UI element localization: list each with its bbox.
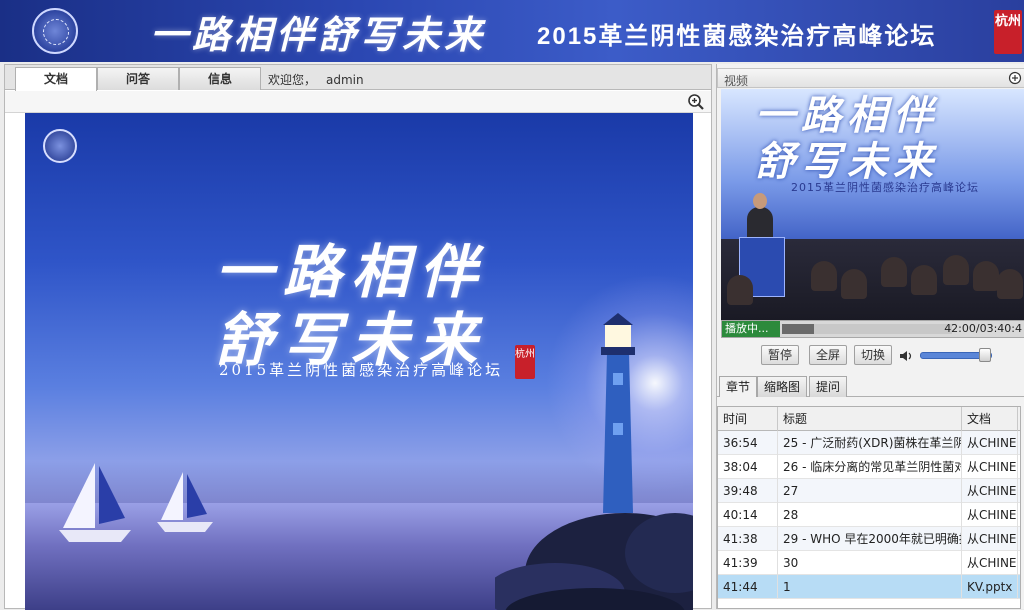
row-time-cell: 36:54 (718, 431, 778, 455)
playback-status: 播放中... (722, 321, 780, 337)
main-tabbar: 文档 问答 信息 欢迎您， admin (5, 65, 711, 91)
video-panel: 视频 一路相伴 舒写未来 2015革兰阴性菌感染治疗高峰论坛 播放中... 42… (716, 64, 1024, 609)
column-header-document[interactable]: 文档 (962, 407, 1018, 431)
username: admin (326, 73, 364, 87)
table-row[interactable]: 38:04 26 - 临床分离的常见革兰阴性菌对 从CHINE (718, 455, 1020, 479)
row-time-cell: 40:14 (718, 503, 778, 527)
table-row[interactable]: 36:54 25 - 广泛耐药(XDR)菌株在革兰阴 从CHINE (718, 431, 1020, 455)
row-time-cell: 38:04 (718, 455, 778, 479)
sailboat-illustration (59, 463, 131, 542)
row-document-cell: 从CHINE (962, 431, 1018, 455)
table-row[interactable]: 39:48 27 从CHINE (718, 479, 1020, 503)
row-title-cell: 27 (778, 479, 962, 503)
document-toolbar (5, 91, 711, 113)
expand-icon[interactable] (1008, 71, 1022, 85)
progress-fill (782, 324, 815, 334)
video-screen[interactable]: 一路相伴 舒写未来 2015革兰阴性菌感染治疗高峰论坛 (721, 89, 1024, 321)
video-label: 视频 (724, 74, 749, 88)
row-time-cell: 39:48 (718, 479, 778, 503)
chapter-tabbar: 章节 缩略图 提问 (717, 373, 1024, 397)
zoom-in-icon[interactable] (687, 93, 705, 111)
row-time-cell: 41:44 (718, 575, 778, 599)
tab-info[interactable]: 信息 (179, 67, 261, 90)
slide-seal-text: 杭州 (515, 349, 535, 360)
row-time-cell: 41:38 (718, 527, 778, 551)
slide-subtitle: 2015革兰阴性菌感染治疗高峰论坛 (219, 361, 504, 379)
slide-seal: 杭州 (515, 345, 535, 379)
rocks-illustration (495, 513, 693, 610)
row-document-cell: 从CHINE (962, 551, 1018, 575)
row-title-cell: 28 (778, 503, 962, 527)
row-document-cell: 从CHINE (962, 527, 1018, 551)
sailboat-small-illustration (157, 472, 213, 532)
university-emblem-logo (32, 8, 78, 54)
volume-icon[interactable] (899, 349, 913, 363)
header-seal: 杭州 (994, 10, 1022, 54)
chapter-grid: 时间 标题 文档 36:54 25 - 广泛耐药(XDR)菌株在革兰阴 从CHINE… (717, 406, 1021, 609)
row-title-cell: 30 (778, 551, 962, 575)
tab-questions[interactable]: 提问 (809, 376, 848, 397)
row-title-cell: 25 - 广泛耐药(XDR)菌株在革兰阴 (778, 431, 962, 455)
column-header-time[interactable]: 时间 (718, 407, 778, 431)
forum-title: 2015革兰阴性菌感染治疗高峰论坛 (537, 23, 937, 50)
slide-viewer: 一路相伴 舒写未来 2015革兰阴性菌感染治疗高峰论坛 杭州 (25, 113, 693, 610)
row-time-cell: 41:39 (718, 551, 778, 575)
pause-button[interactable]: 暂停 (761, 345, 800, 365)
document-panel: 文档 问答 信息 欢迎您， admin 一路相伴 舒写未来 2015革兰阴性菌感染… (4, 64, 712, 610)
header-calligraphy: 一路相伴舒写未来 (150, 12, 487, 57)
header-banner: 一路相伴舒写未来 2015革兰阴性菌感染治疗高峰论坛 杭州 (0, 0, 1024, 62)
player-status-bar: 播放中... 42:00/03:40:4 (721, 320, 1024, 338)
grid-header: 时间 标题 文档 (718, 407, 1020, 431)
video-subtitle: 2015革兰阴性菌感染治疗高峰论坛 (791, 181, 979, 194)
tab-thumbnails[interactable]: 缩略图 (757, 376, 808, 397)
row-title-cell: 26 - 临床分离的常见革兰阴性菌对 (778, 455, 962, 479)
row-title-cell: 1 (778, 575, 962, 599)
row-document-cell: 从CHINE (962, 479, 1018, 503)
video-calligraphy: 一路相伴 舒写未来 (755, 92, 939, 185)
volume-slider-handle[interactable] (979, 348, 991, 362)
table-row[interactable]: 41:39 30 从CHINE (718, 551, 1020, 575)
welcome-message: 欢迎您， admin (268, 71, 364, 88)
table-row[interactable]: 41:38 29 - WHO 早在2000年就已明确提 从CHINE (718, 527, 1020, 551)
tab-qa[interactable]: 问答 (97, 67, 179, 90)
table-row[interactable]: 40:14 28 从CHINE (718, 503, 1020, 527)
table-row[interactable]: 41:44 1 KV.pptx (718, 575, 1020, 599)
row-document-cell: KV.pptx (962, 575, 1018, 599)
welcome-text: 欢迎您， (268, 73, 317, 87)
fullscreen-button[interactable]: 全屏 (809, 345, 848, 365)
header-seal-text: 杭州 (994, 14, 1021, 29)
switch-button[interactable]: 切换 (854, 345, 893, 365)
row-title-cell: 29 - WHO 早在2000年就已明确提 (778, 527, 962, 551)
row-document-cell: 从CHINE (962, 455, 1018, 479)
row-document-cell: 从CHINE (962, 503, 1018, 527)
column-header-title[interactable]: 标题 (778, 407, 962, 431)
slide-emblem-logo (43, 129, 77, 163)
tab-chapters[interactable]: 章节 (719, 376, 758, 397)
speaker-head (753, 193, 767, 209)
playback-time: 42:00/03:40:4 (944, 322, 1022, 335)
tab-document[interactable]: 文档 (15, 67, 97, 91)
video-label-bar: 视频 (717, 68, 1024, 88)
player-controls: 暂停 全屏 切换 (717, 345, 1024, 367)
progress-bar[interactable] (782, 324, 952, 334)
speaker-figure (747, 207, 773, 241)
